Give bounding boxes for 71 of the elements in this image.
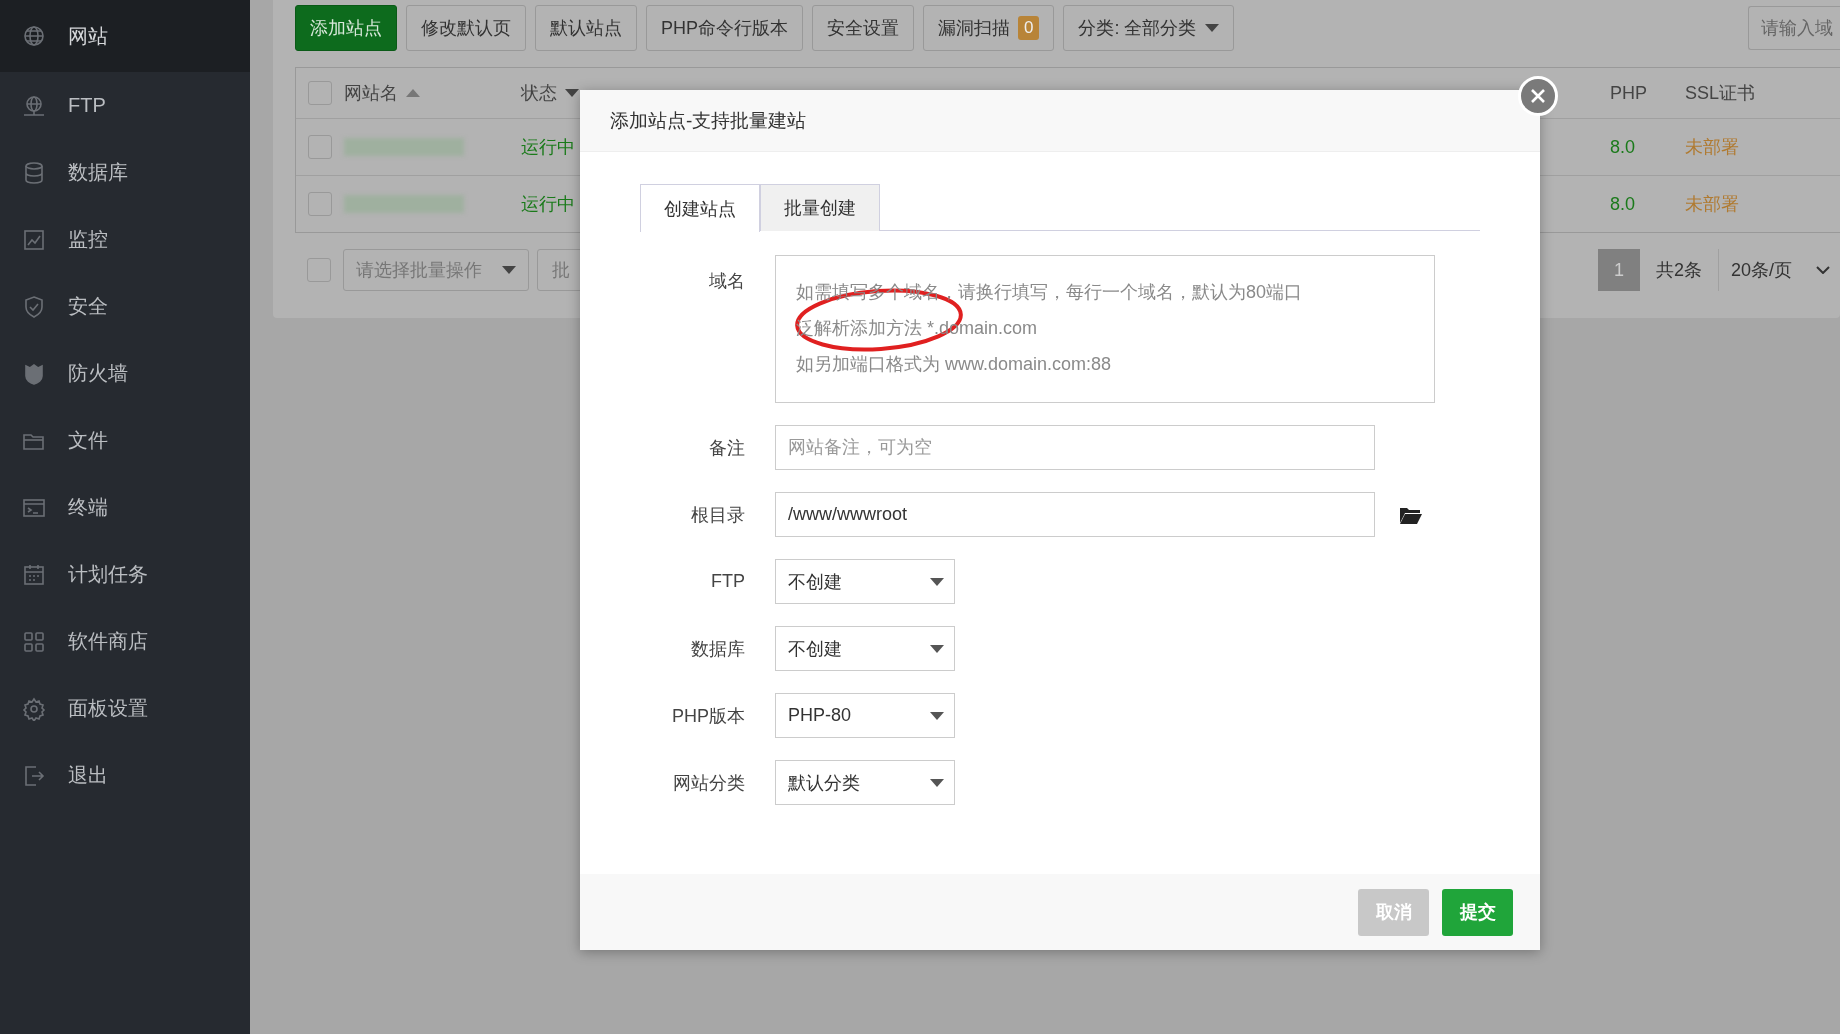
column-header[interactable]: 状态 — [521, 81, 557, 105]
select-field[interactable]: 不创建 — [775, 626, 955, 671]
shield-icon — [22, 294, 46, 319]
firewall-icon — [22, 361, 46, 386]
sidebar-label: FTP — [68, 94, 106, 117]
caret-icon — [930, 711, 944, 720]
field-label: 网站分类 — [672, 771, 745, 795]
sidebar-label: 终端 — [68, 495, 108, 520]
column-header: SSL证书 — [1685, 82, 1756, 105]
settings-icon — [22, 696, 46, 721]
globe-icon — [22, 24, 46, 48]
field-label: 数据库 — [690, 637, 745, 661]
field-label: 域名 — [708, 270, 745, 293]
caret-icon — [930, 778, 944, 787]
sidebar-label: 计划任务 — [68, 562, 148, 587]
field-label: 根目录 — [690, 503, 745, 527]
tab[interactable]: 批量创建 — [760, 184, 880, 231]
toolbar-button[interactable]: 漏洞扫描 0 — [923, 5, 1055, 51]
toolbar-button[interactable]: 安全设置 — [812, 5, 914, 51]
toolbar-button[interactable]: PHP命令行版本 — [646, 5, 803, 51]
add-site-button[interactable]: 添加站点 — [295, 5, 397, 51]
status-text: 运行中 — [521, 193, 575, 216]
sidebar-label: 退出 — [68, 763, 108, 788]
checkbox[interactable] — [308, 135, 332, 159]
sidebar-label: 网站 — [68, 23, 108, 49]
sidebar-item[interactable]: 网站 — [0, 0, 250, 72]
field-label: FTP — [710, 571, 745, 592]
field-label: 备注 — [708, 436, 745, 460]
toolbar-button[interactable]: 修改默认页 — [406, 5, 526, 51]
checkbox[interactable] — [308, 192, 332, 216]
column-header: PHP — [1610, 82, 1647, 104]
grid-icon — [22, 629, 46, 654]
chart-icon — [22, 227, 46, 252]
network-globe-icon — [22, 93, 46, 118]
caret-icon — [930, 644, 944, 653]
logout-icon — [22, 763, 46, 788]
sort-down-icon[interactable] — [565, 89, 579, 97]
database-icon — [22, 160, 46, 185]
text-field[interactable]: /www/wwwroot — [775, 492, 1375, 537]
tab[interactable]: 创建站点 — [640, 184, 760, 232]
toolbar-button[interactable]: 默认站点 — [535, 5, 637, 51]
status-text: 运行中 — [521, 136, 575, 159]
select-field[interactable]: 不创建 — [775, 559, 955, 604]
sort-up-icon[interactable] — [406, 89, 420, 97]
sidebar-label: 监控 — [68, 227, 108, 252]
calendar-icon — [22, 562, 46, 587]
table-cell: 8.0 — [1610, 193, 1636, 215]
column-header[interactable]: 网站名 — [344, 81, 398, 105]
caret-icon — [1204, 24, 1219, 32]
sidebar-label: 面板设置 — [68, 696, 148, 721]
table-cell: 8.0 — [1610, 136, 1636, 158]
checkbox[interactable] — [308, 81, 332, 105]
select-field[interactable]: 默认分类 — [775, 760, 955, 805]
dialog-title: 添加站点-支持批量建站 — [610, 108, 807, 133]
sidebar-label: 数据库 — [68, 160, 128, 185]
chevron-icon — [1816, 266, 1830, 274]
total-count: 共2条 — [1639, 249, 1719, 291]
sidebar-label: 文件 — [68, 428, 108, 453]
select-field[interactable]: PHP-80 — [775, 693, 955, 738]
caret-icon — [930, 577, 944, 586]
sidebar-label: 安全 — [68, 294, 108, 319]
checkbox[interactable] — [307, 258, 331, 282]
placeholder-text: 如另加端口格式为 www.domain.com:88 — [796, 353, 1112, 375]
category-dropdown[interactable]: 分类: 全部分类 — [1063, 5, 1234, 51]
text-field[interactable]: 网站备注，可为空 — [775, 425, 1375, 470]
close-icon — [1530, 88, 1546, 104]
field-label: PHP版本 — [671, 704, 745, 728]
sidebar-label: 软件商店 — [68, 629, 148, 654]
caret-icon — [502, 266, 516, 274]
count-badge: 0 — [1018, 16, 1040, 40]
sidebar-label: 防火墙 — [68, 361, 128, 386]
